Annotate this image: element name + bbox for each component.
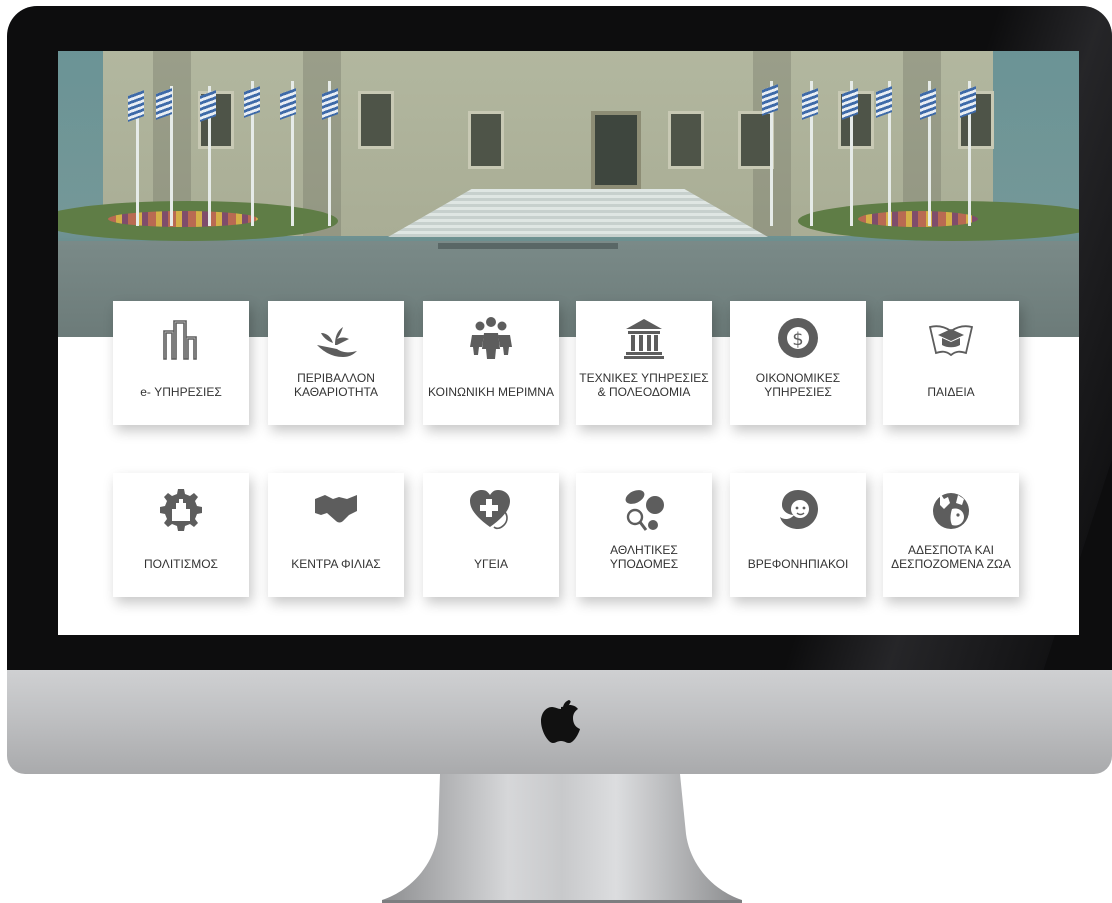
columns-building-icon xyxy=(576,315,712,361)
buildings-icon xyxy=(113,315,249,361)
imac-bezel: e- ΥΠΗΡΕΣΙΕΣ ΠΕΡΙΒΑΛΛΟΝ ΚΑΘΑΡΙΟΤΗΤΑ ΚΟΙΝ… xyxy=(7,6,1112,670)
tile-label: ΚΟΙΝΩΝΙΚΗ ΜΕΡΙΜΝΑ xyxy=(428,385,554,399)
tile-education[interactable]: ΠΑΙΔΕΙΑ xyxy=(883,301,1019,425)
tile-culture[interactable]: ΠΟΛΙΤΙΣΜΟΣ xyxy=(113,473,249,597)
building-door xyxy=(591,111,641,189)
globe-dollar-icon: $ xyxy=(730,315,866,361)
apple-logo-icon xyxy=(541,700,580,743)
tile-environment[interactable]: ΠΕΡΙΒΑΛΛΟΝ ΚΑΘΑΡΙΟΤΗΤΑ xyxy=(268,301,404,425)
tile-label: ΒΡΕΦΟΝΗΠΙΑΚΟΙ xyxy=(747,557,849,571)
tile-financial-services[interactable]: $ ΟΙΚΟΝΟΜΙΚΕΣ ΥΠΗΡΕΣΙΕΣ xyxy=(730,301,866,425)
tile-nurseries[interactable]: ΒΡΕΦΟΝΗΠΙΑΚΟΙ xyxy=(730,473,866,597)
tile-sports-facilities[interactable]: ΑΘΛΗΤΙΚΕΣ ΥΠΟΔΟΜΕΣ xyxy=(576,473,712,597)
tile-label: ΥΓΕΙΑ xyxy=(474,557,508,571)
tile-e-services[interactable]: e- ΥΠΗΡΕΣΙΕΣ xyxy=(113,301,249,425)
tile-technical-services[interactable]: ΤΕΧΝΙΚΕΣ ΥΠΗΡΕΣΙΕΣ & ΠΟΛΕΟΔΟΜΙΑ xyxy=(576,301,712,425)
animals-globe-icon xyxy=(883,487,1019,533)
tile-label: e- ΥΠΗΡΕΣΙΕΣ xyxy=(140,385,222,399)
gear-city-icon xyxy=(113,487,249,533)
sports-balls-icon xyxy=(576,487,712,533)
svg-text:$: $ xyxy=(792,329,803,350)
tile-social-care[interactable]: ΚΟΙΝΩΝΙΚΗ ΜΕΡΙΜΝΑ xyxy=(423,301,559,425)
tile-label: ΑΘΛΗΤΙΚΕΣ ΥΠΟΔΟΜΕΣ xyxy=(609,543,679,571)
imac-stand xyxy=(382,774,742,903)
plant-hand-icon xyxy=(268,315,404,361)
baby-face-icon xyxy=(730,487,866,533)
tile-label: ΚΕΝΤΡΑ ΦΙΛΙΑΣ xyxy=(291,557,381,571)
tile-label: ΤΕΧΝΙΚΕΣ ΥΠΗΡΕΣΙΕΣ & ΠΟΛΕΟΔΟΜΙΑ xyxy=(579,371,709,399)
tile-animals[interactable]: ΑΔΕΣΠΟΤΑ ΚΑΙ ΔΕΣΠΟΖΟΜΕΝΑ ΖΩΑ xyxy=(883,473,1019,597)
hero-banner xyxy=(58,51,1079,337)
screen: e- ΥΠΗΡΕΣΙΕΣ ΠΕΡΙΒΑΛΛΟΝ ΚΑΘΑΡΙΟΤΗΤΑ ΚΟΙΝ… xyxy=(58,51,1079,635)
tile-label: ΠΕΡΙΒΑΛΛΟΝ ΚΑΘΑΡΙΟΤΗΤΑ xyxy=(294,371,378,399)
handshake-icon xyxy=(268,487,404,533)
people-group-icon xyxy=(423,315,559,361)
tile-health[interactable]: ΥΓΕΙΑ xyxy=(423,473,559,597)
graduation-book-icon xyxy=(883,315,1019,361)
heart-cross-icon xyxy=(423,487,559,533)
tile-label: ΟΙΚΟΝΟΜΙΚΕΣ ΥΠΗΡΕΣΙΕΣ xyxy=(755,371,841,399)
tile-label: ΠΟΛΙΤΙΣΜΟΣ xyxy=(144,557,218,571)
tile-label: ΠΑΙΔΕΙΑ xyxy=(927,385,975,399)
tile-friendship-centers[interactable]: ΚΕΝΤΡΑ ΦΙΛΙΑΣ xyxy=(268,473,404,597)
tile-label: ΑΔΕΣΠΟΤΑ ΚΑΙ ΔΕΣΠΟΖΟΜΕΝΑ ΖΩΑ xyxy=(891,543,1011,571)
